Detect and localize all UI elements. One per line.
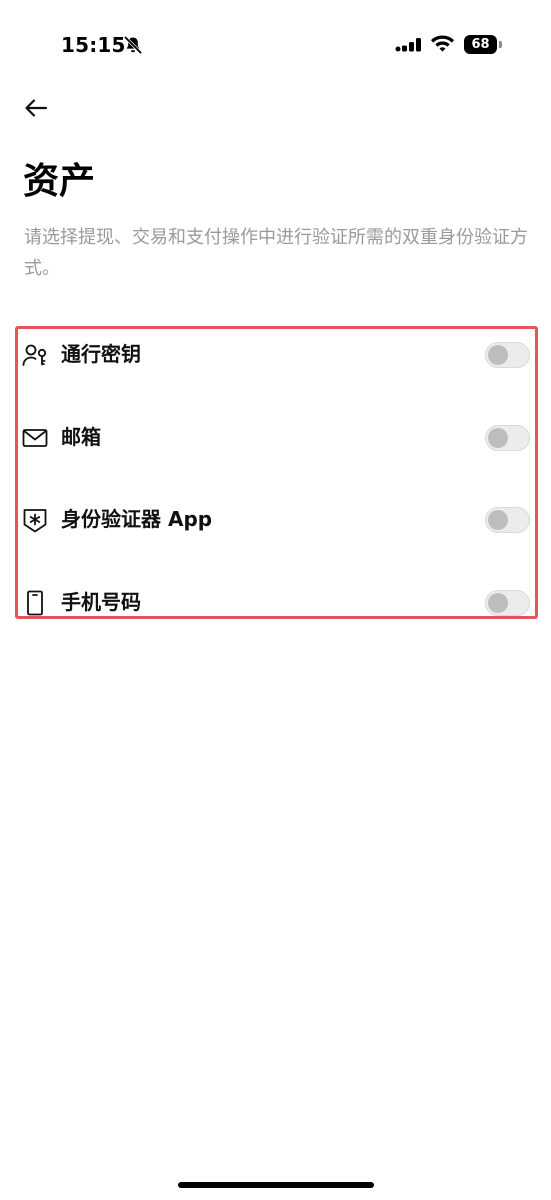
bell-off-icon	[123, 35, 143, 55]
toggle-knob	[488, 428, 508, 448]
wifi-icon	[431, 35, 454, 52]
arrow-left-icon[interactable]	[22, 94, 50, 122]
toggle-passkey[interactable]	[485, 342, 530, 368]
toggle-authenticator[interactable]	[485, 507, 530, 533]
cellular-signal-icon	[395, 38, 421, 52]
method-row-passkey[interactable]: 通行密钥	[22, 334, 532, 374]
mobile-phone-icon	[27, 590, 43, 616]
method-row-authenticator[interactable]: 身份验证器 App	[22, 499, 532, 539]
toggle-knob	[488, 345, 508, 365]
battery-icon: 68	[464, 35, 502, 54]
toggle-phone[interactable]	[485, 590, 530, 616]
page-title: 资产	[23, 161, 96, 202]
toggle-email[interactable]	[485, 425, 530, 451]
battery-level: 68	[464, 35, 497, 54]
toggle-knob	[488, 510, 508, 530]
method-label-authenticator: 身份验证器 App	[61, 507, 213, 531]
method-label-passkey: 通行密钥	[61, 342, 141, 366]
method-label-phone: 手机号码	[61, 590, 141, 614]
status-bar: 15:15 68	[0, 0, 551, 90]
toggle-knob	[488, 593, 508, 613]
method-label-email: 邮箱	[61, 425, 101, 449]
page-description: 请选择提现、交易和支付操作中进行验证所需的双重身份验证方式。	[24, 227, 528, 279]
method-row-email[interactable]: 邮箱	[22, 417, 532, 457]
passkey-icon	[22, 344, 47, 366]
home-indicator	[178, 1182, 374, 1188]
method-row-phone[interactable]: 手机号码	[22, 582, 532, 622]
status-time: 15:15	[61, 33, 126, 57]
authenticator-shield-icon	[23, 509, 47, 533]
mail-icon	[22, 429, 48, 447]
